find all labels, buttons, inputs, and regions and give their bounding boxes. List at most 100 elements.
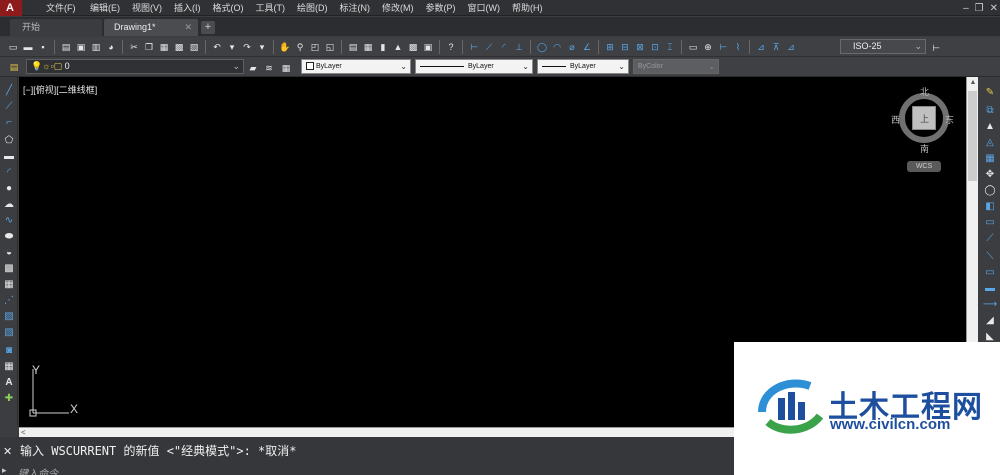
menu-help[interactable]: 帮助(H) <box>506 0 549 16</box>
publish-icon[interactable]: ▥ <box>89 40 103 54</box>
close-icon[interactable]: ✕ <box>990 3 998 14</box>
line-icon[interactable]: ╱ <box>2 83 16 97</box>
arc-icon[interactable]: ◜ <box>2 165 16 179</box>
menu-file[interactable]: 文件(F) <box>40 0 84 16</box>
dimension-style-manager-icon[interactable]: ⊢ <box>929 41 943 55</box>
revision-cloud-icon[interactable]: ☁ <box>2 197 16 211</box>
scale-icon[interactable]: ◧ <box>983 199 997 213</box>
make-current-layer-icon[interactable]: ▰ <box>246 61 260 75</box>
insert-block-icon[interactable]: ▩ <box>2 261 16 275</box>
make-block-icon[interactable]: ▦ <box>2 277 16 291</box>
viewcube[interactable]: 上 北 南 东 西 WCS <box>889 85 959 181</box>
command-input[interactable]: 键入命令 <box>18 465 58 475</box>
compass-north-label[interactable]: 北 <box>920 85 929 98</box>
add-selected-icon[interactable]: ✚ <box>2 391 16 405</box>
design-center-icon[interactable]: ▦ <box>361 40 375 54</box>
gradient-icon[interactable]: ▧ <box>2 325 16 339</box>
array-icon[interactable]: ▦ <box>983 151 997 165</box>
zoom-previous-icon[interactable]: ◱ <box>323 40 337 54</box>
ellipse-arc-icon[interactable]: ◒ <box>2 245 16 259</box>
copy-object-icon[interactable]: ⧉ <box>983 103 997 117</box>
jogged-linear-icon[interactable]: ⌇ <box>731 40 745 54</box>
block-editor-icon[interactable]: ▧ <box>187 40 201 54</box>
dimension-text-edit-icon[interactable]: ⊼ <box>769 40 783 54</box>
linetype-control-select[interactable]: ByLayer ⌄ <box>415 59 533 74</box>
dimension-space-icon[interactable]: ⊡ <box>648 40 662 54</box>
undo-icon[interactable]: ↶ <box>210 40 224 54</box>
break-at-point-icon[interactable]: ▭ <box>983 265 997 279</box>
lineweight-control-select[interactable]: ByLayer ⌄ <box>537 59 629 74</box>
zoom-realtime-icon[interactable]: ⚲ <box>293 40 307 54</box>
construction-line-icon[interactable]: ⟋ <box>2 99 16 113</box>
dimension-edit-icon[interactable]: ⊿ <box>754 40 768 54</box>
color-control-select[interactable]: ByLayer ⌄ <box>301 59 411 74</box>
compass-east-label[interactable]: 东 <box>945 113 954 126</box>
tool-palettes-icon[interactable]: ▮ <box>376 40 390 54</box>
viewport-controls-label[interactable]: [−][俯视][二维线框] <box>23 83 97 96</box>
center-mark-icon[interactable]: ⊕ <box>701 40 715 54</box>
tab-start[interactable]: 开始 <box>10 19 102 36</box>
layer-match-icon[interactable]: ▦ <box>279 61 293 75</box>
help-icon[interactable]: ? <box>444 40 458 54</box>
calculator-icon[interactable]: ▣ <box>421 40 435 54</box>
menu-insert[interactable]: 插入(I) <box>168 0 207 16</box>
menu-dimension[interactable]: 标注(N) <box>334 0 377 16</box>
ordinate-dimension-icon[interactable]: ⊥ <box>512 40 526 54</box>
redo-icon[interactable]: ↷ <box>240 40 254 54</box>
hatch-icon[interactable]: ▨ <box>2 309 16 323</box>
point-icon[interactable]: ⋰ <box>2 293 16 307</box>
match-properties-icon[interactable]: ▩ <box>172 40 186 54</box>
scroll-up-icon[interactable]: ▲ <box>969 79 977 87</box>
zoom-window-icon[interactable]: ◰ <box>308 40 322 54</box>
copy-icon[interactable]: ❐ <box>142 40 156 54</box>
polyline-icon[interactable]: ⌐ <box>2 115 16 129</box>
dimension-break-icon[interactable]: ⌶ <box>663 40 677 54</box>
tolerance-icon[interactable]: ▭ <box>686 40 700 54</box>
multiline-text-icon[interactable]: A <box>2 375 16 389</box>
pan-icon[interactable]: ✋ <box>278 40 292 54</box>
scroll-thumb[interactable] <box>968 91 977 181</box>
tab-close-icon[interactable]: ✕ <box>184 19 192 36</box>
table-icon[interactable]: ▦ <box>2 359 16 373</box>
jogged-dimension-icon[interactable]: ◠ <box>550 40 564 54</box>
ellipse-icon[interactable]: ⬬ <box>2 229 16 243</box>
mirror-icon[interactable]: ▲ <box>983 119 997 133</box>
print-preview-icon[interactable]: ▣ <box>74 40 88 54</box>
new-file-icon[interactable]: ▭ <box>6 40 20 54</box>
viewcube-face[interactable]: 上 <box>912 106 936 130</box>
trim-icon[interactable]: ⟋ <box>983 231 997 245</box>
menu-tools[interactable]: 工具(T) <box>250 0 292 16</box>
quick-dimension-icon[interactable]: ⊞ <box>603 40 617 54</box>
layer-previous-icon[interactable]: ≋ <box>262 61 276 75</box>
redo-dropdown-icon[interactable]: ▾ <box>255 40 269 54</box>
sheet-set-icon[interactable]: ▲ <box>391 40 405 54</box>
menu-window[interactable]: 窗口(W) <box>462 0 507 16</box>
command-close-icon[interactable]: ✕ <box>3 445 12 458</box>
menu-parameters[interactable]: 参数(P) <box>420 0 462 16</box>
join-icon[interactable]: ⟶ <box>983 297 997 311</box>
radius-dimension-icon[interactable]: ◯ <box>535 40 549 54</box>
rotate-icon[interactable]: ◯ <box>983 183 997 197</box>
extend-icon[interactable]: ⟍ <box>983 249 997 263</box>
horizontal-scrollbar[interactable]: < <box>19 427 734 437</box>
aligned-dimension-icon[interactable]: ⟋ <box>482 40 496 54</box>
spline-icon[interactable]: ∿ <box>2 213 16 227</box>
save-icon[interactable]: ▪ <box>36 40 50 54</box>
break-icon[interactable]: ▬ <box>983 281 997 295</box>
layer-select[interactable]: 💡☼▫▢ 0 ⌄ <box>26 59 244 74</box>
menu-modify[interactable]: 修改(M) <box>376 0 420 16</box>
move-icon[interactable]: ✥ <box>983 167 997 181</box>
erase-icon[interactable]: ✎ <box>983 85 997 99</box>
menu-format[interactable]: 格式(O) <box>207 0 250 16</box>
dimension-style-select[interactable]: ISO-25 ⌄ <box>840 39 926 54</box>
continue-dimension-icon[interactable]: ⊠ <box>633 40 647 54</box>
scroll-left-icon[interactable]: < <box>21 428 26 437</box>
inspection-icon[interactable]: ⊢ <box>716 40 730 54</box>
compass-west-label[interactable]: 西 <box>891 113 900 126</box>
polygon-icon[interactable]: ⬠ <box>2 133 16 147</box>
baseline-dimension-icon[interactable]: ⊟ <box>618 40 632 54</box>
markup-icon[interactable]: ▩ <box>406 40 420 54</box>
tab-drawing1[interactable]: Drawing1* ✕ <box>104 19 198 36</box>
chamfer-icon[interactable]: ◢ <box>983 313 997 327</box>
stretch-icon[interactable]: ▭ <box>983 215 997 229</box>
